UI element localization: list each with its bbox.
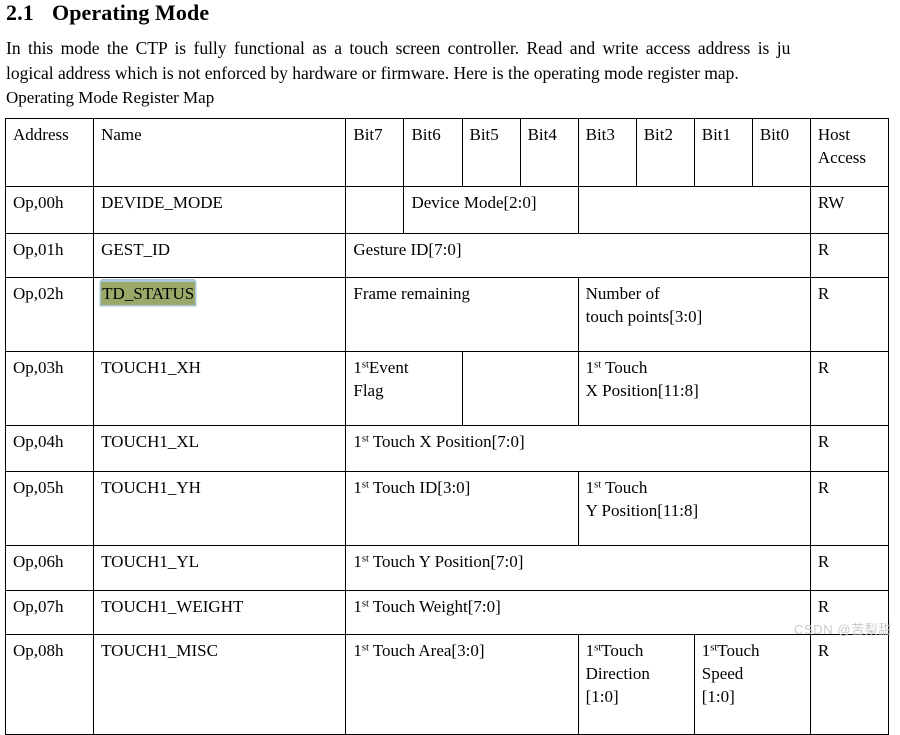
cell-bit-field-empty: [577, 186, 811, 234]
table-row: Op,05h TOUCH1_YH 1st Touch ID[3:0] 1st Touc…: [4, 471, 890, 546]
header-bit5: Bit5: [461, 118, 521, 187]
cell-bit-field: Device Mode[2:0]: [403, 186, 579, 234]
cell-register-name: TD_STATUS: [93, 277, 347, 352]
table-row: Op,07h TOUCH1_WEIGHT 1st Touch Weight[7:0]…: [4, 590, 890, 635]
cell-bit-field: Number of touch points[3:0]: [577, 277, 811, 352]
cell-address: Op,06h: [4, 545, 95, 591]
header-bit1: Bit1: [693, 118, 753, 187]
cell-address: Op,08h: [4, 634, 95, 735]
cell-register-name: TOUCH1_XL: [93, 425, 347, 472]
header-address: Address: [4, 118, 95, 187]
cell-register-name: TOUCH1_WEIGHT: [93, 590, 347, 635]
cell-bit-field: 1st Touch Y Position[7:0]: [345, 545, 811, 591]
cell-bit-field-empty: [461, 351, 579, 426]
table-row: Op,06h TOUCH1_YL 1st Touch Y Position[7:0]…: [4, 545, 890, 591]
header-name: Name: [93, 118, 347, 187]
cell-address: Op,07h: [4, 590, 95, 635]
header-host-line2: Access: [817, 148, 867, 167]
cell-bit-field: 1st Touch X Position[11:8]: [577, 351, 811, 426]
cell-host-access: R: [809, 277, 890, 352]
cell-host-access: RW: [809, 186, 890, 234]
cell-address: Op,05h: [4, 471, 95, 546]
header-bit2: Bit2: [635, 118, 695, 187]
highlighted-register-name: TD_STATUS: [101, 282, 196, 305]
cell-bit-field: 1st Touch Weight[7:0]: [345, 590, 811, 635]
table-body: Address Name Bit7 Bit6 Bit5 Bit4 Bit3 Bi…: [4, 118, 890, 735]
cell-host-access: R: [809, 233, 890, 278]
cell-bit-field: 1stTouch Direction [1:0]: [577, 634, 695, 735]
body-paragraph: In this mode the CTP is fully functional…: [6, 36, 900, 86]
header-bit3: Bit3: [577, 118, 637, 187]
paragraph-line-1: In this mode the CTP is fully functional…: [6, 38, 791, 58]
header-host-access: Host Access: [809, 118, 890, 187]
cell-address: Op,04h: [4, 425, 95, 472]
cell-bit-field: 1stTouch Speed [1:0]: [693, 634, 811, 735]
cell-address: Op,00h: [4, 186, 95, 234]
cell-bit-field: 1st Touch Area[3:0]: [345, 634, 579, 735]
header-bit6: Bit6: [403, 118, 463, 187]
cell-host-access: R: [809, 590, 890, 635]
cell-host-access: R: [809, 351, 890, 426]
table-row: Op,01h GEST_ID Gesture ID[7:0] R: [4, 233, 890, 278]
section-title: Operating Mode: [52, 0, 210, 25]
cell-bit-field: 1st Touch Y Position[11:8]: [577, 471, 811, 546]
header-bit0: Bit0: [751, 118, 811, 187]
cell-register-name: GEST_ID: [93, 233, 347, 278]
table-row: Op,04h TOUCH1_XL 1st Touch X Position[7:0]…: [4, 425, 890, 472]
section-number: 2.1: [6, 0, 34, 25]
cell-address: Op,03h: [4, 351, 95, 426]
cell-bit-field-empty: [345, 186, 405, 234]
table-row: Op,02h TD_STATUS Frame remaining Number of t…: [4, 277, 890, 352]
cell-bit-field: Gesture ID[7:0]: [345, 233, 811, 278]
cell-bit-field: 1st Touch X Position[7:0]: [345, 425, 811, 472]
cell-host-access: R: [809, 545, 890, 591]
table-row: Op,08h TOUCH1_MISC 1st Touch Area[3:0] 1stT…: [4, 634, 890, 735]
cell-address: Op,01h: [4, 233, 95, 278]
paragraph-line-2: logical address which is not enforced by…: [6, 63, 739, 83]
operating-mode-register-map-table: Address Name Bit7 Bit6 Bit5 Bit4 Bit3 Bi…: [4, 118, 890, 735]
cell-register-name: TOUCH1_YL: [93, 545, 347, 591]
cell-bit-field: Frame remaining: [345, 277, 579, 352]
cell-bit-field: 1st Touch ID[3:0]: [345, 471, 579, 546]
cell-address: Op,02h: [4, 277, 95, 352]
header-bit4: Bit4: [519, 118, 579, 187]
cell-register-name: TOUCH1_MISC: [93, 634, 347, 735]
cell-register-name: TOUCH1_YH: [93, 471, 347, 546]
section-heading: 2.1 Operating Mode: [6, 0, 209, 26]
cell-host-access: R: [809, 634, 890, 735]
document-page: 2.1 Operating Mode In this mode the CTP i…: [0, 0, 900, 735]
cell-bit-field: 1stEvent Flag: [345, 351, 463, 426]
cell-register-name: TOUCH1_XH: [93, 351, 347, 426]
cell-host-access: R: [809, 471, 890, 546]
table-row: Op,00h DEVIDE_MODE Device Mode[2:0] RW: [4, 186, 890, 234]
header-bit7: Bit7: [345, 118, 405, 187]
header-host-line1: Host: [817, 125, 850, 144]
table-header-row: Address Name Bit7 Bit6 Bit5 Bit4 Bit3 Bi…: [4, 118, 890, 187]
cell-register-name: DEVIDE_MODE: [93, 186, 347, 234]
table-row: Op,03h TOUCH1_XH 1stEvent Flag 1st Touch X Po…: [4, 351, 890, 426]
table-caption: Operating Mode Register Map: [6, 88, 215, 107]
cell-host-access: R: [809, 425, 890, 472]
